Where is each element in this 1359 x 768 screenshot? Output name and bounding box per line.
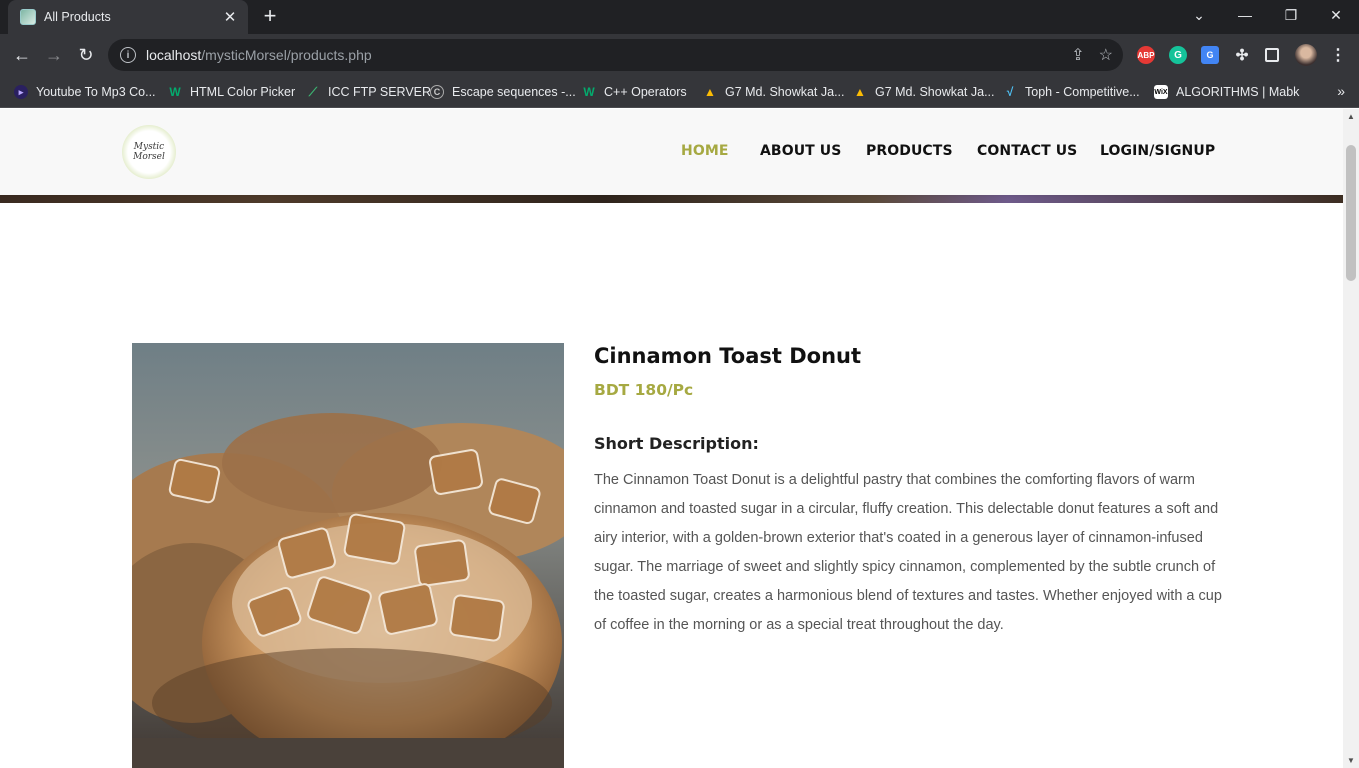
bookmark-item[interactable]: ▲ G7 Md. Showkat Ja... (853, 82, 995, 102)
bookmark-label: G7 Md. Showkat Ja... (875, 85, 995, 99)
nav-about-us[interactable]: ABOUT US (760, 143, 841, 163)
new-tab-button[interactable]: + (258, 5, 282, 29)
feather-icon: ⟋ (308, 84, 318, 99)
bookmarks-bar: ▸ Youtube To Mp3 Co... W HTML Color Picker… (0, 76, 1359, 108)
nav-products[interactable]: PRODUCTS (866, 143, 953, 163)
side-panel-icon[interactable] (1265, 48, 1279, 62)
reload-button[interactable]: ↻ (73, 42, 99, 68)
play-circle-icon: ▸ (14, 85, 28, 99)
bookmark-label: ICC FTP SERVER (328, 85, 432, 99)
share-icon[interactable]: ⇪ (1071, 45, 1084, 65)
bookmark-item[interactable]: W C++ Operators (582, 82, 687, 102)
bookmark-label: Youtube To Mp3 Co... (36, 85, 156, 99)
bookmark-item[interactable]: ⟋ ICC FTP SERVER (306, 82, 431, 102)
url-host: localhost (146, 47, 202, 63)
back-button[interactable]: ← (9, 42, 35, 68)
product-name: Cinnamon Toast Donut (594, 344, 862, 368)
site-favicon-icon (20, 9, 36, 25)
bookmark-label: Toph - Competitive... (1025, 85, 1140, 99)
browser-tab-bar: All Products ✕ + ⌄ — ❐ ✕ (0, 0, 1359, 34)
page-scrollbar[interactable]: ▲ ▼ (1343, 109, 1359, 768)
close-window-button[interactable]: ✕ (1313, 0, 1359, 30)
logo-text-line1: Mystic (133, 142, 165, 152)
scrollbar-thumb[interactable] (1346, 145, 1356, 281)
bookmark-item[interactable]: WiX ALGORITHMS | Mabk (1154, 82, 1299, 102)
w3schools-icon: W (169, 85, 181, 99)
extensions-puzzle-icon[interactable]: ✣ (1233, 46, 1251, 64)
address-bar[interactable]: i localhost/mysticMorsel/products.php ⇪ … (108, 39, 1123, 71)
bookmark-item[interactable]: C Escape sequences -... (430, 82, 576, 102)
bookmark-star-icon[interactable]: ☆ (1099, 45, 1113, 65)
wix-icon: WiX (1154, 85, 1168, 99)
product-price: BDT 180/Pc (594, 381, 694, 399)
logo-text-line2: Morsel (133, 152, 165, 162)
product-description: The Cinnamon Toast Donut is a delightful… (594, 472, 1222, 633)
page-viewport: Mystic Morsel HOME ABOUT US PRODUCTS CON… (0, 109, 1343, 768)
restore-button[interactable]: ❐ (1268, 0, 1314, 30)
bookmark-label: C++ Operators (604, 85, 687, 99)
google-drive-icon: ▲ (854, 85, 866, 99)
nav-contact-us[interactable]: CONTACT US (977, 143, 1077, 163)
bookmark-item[interactable]: W HTML Color Picker (168, 82, 295, 102)
bookmark-item[interactable]: ▲ G7 Md. Showkat Ja... (703, 82, 845, 102)
url-path: /mysticMorsel/products.php (201, 47, 372, 63)
donut-photo (132, 343, 564, 768)
bookmark-label: G7 Md. Showkat Ja... (725, 85, 845, 99)
scroll-up-icon[interactable]: ▲ (1347, 112, 1355, 121)
bookmark-label: Escape sequences -... (452, 85, 576, 99)
browser-toolbar: ← → ↻ i localhost/mysticMorsel/products.… (0, 34, 1359, 76)
forward-button[interactable]: → (41, 42, 67, 68)
product-image[interactable] (132, 343, 564, 768)
cpp-icon: C (430, 85, 444, 99)
hero-banner-strip (0, 195, 1343, 203)
close-tab-icon[interactable]: ✕ (222, 8, 238, 26)
bookmark-label: ALGORITHMS | Mabk (1176, 85, 1300, 99)
tab-title: All Products (44, 10, 111, 24)
nav-home[interactable]: HOME (681, 143, 729, 163)
site-info-icon[interactable]: i (120, 47, 136, 63)
adblock-extension-icon[interactable]: ABP (1137, 46, 1155, 64)
bookmark-label: HTML Color Picker (190, 85, 296, 99)
tab-search-icon[interactable]: ⌄ (1176, 0, 1222, 30)
grammarly-extension-icon[interactable]: G (1169, 46, 1187, 64)
google-drive-icon: ▲ (704, 85, 716, 99)
menu-kebab-icon[interactable]: ⋮ (1329, 46, 1347, 64)
toph-icon: √ (1006, 85, 1014, 99)
more-bookmarks-icon[interactable]: » (1337, 83, 1345, 99)
minimize-button[interactable]: — (1222, 0, 1268, 30)
nav-login-signup[interactable]: LOGIN/SIGNUP (1100, 143, 1215, 163)
profile-avatar[interactable] (1295, 44, 1317, 66)
bookmark-item[interactable]: √ Toph - Competitive... (1003, 82, 1140, 102)
bookmark-item[interactable]: ▸ Youtube To Mp3 Co... (14, 82, 156, 102)
w3schools-icon: W (583, 85, 595, 99)
translate-extension-icon[interactable]: G (1201, 46, 1219, 64)
description-heading: Short Description: (594, 434, 759, 453)
site-header: Mystic Morsel HOME ABOUT US PRODUCTS CON… (0, 109, 1343, 195)
scroll-down-icon[interactable]: ▼ (1347, 756, 1355, 765)
browser-tab[interactable]: All Products ✕ (8, 0, 248, 34)
site-logo[interactable]: Mystic Morsel (122, 125, 176, 179)
